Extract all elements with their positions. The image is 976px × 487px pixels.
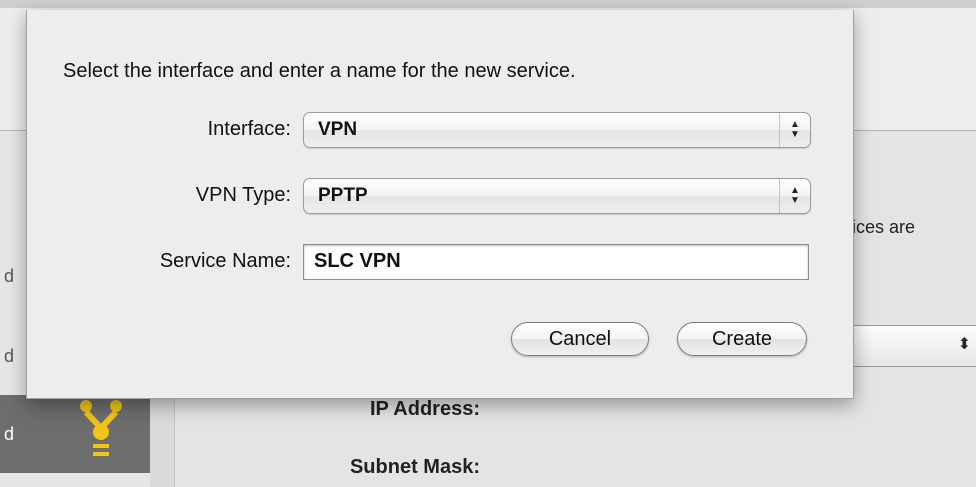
subnet-mask-label: Subnet Mask: — [349, 456, 480, 478]
firewire-icon — [80, 400, 122, 456]
create-button[interactable]: Create — [677, 322, 807, 356]
configure-popup[interactable]: ⬍ — [846, 325, 976, 367]
service-name-field[interactable] — [304, 245, 804, 277]
service-name-label: Service Name: — [159, 250, 291, 272]
interface-label: Interface: — [207, 118, 291, 140]
sidebar-item-label[interactable]: d — [4, 346, 14, 367]
stepper-arrows-icon: ⬍ — [957, 336, 971, 353]
background-status-description: ices are — [852, 217, 916, 237]
interface-popup[interactable]: VPN ▲ ▼ — [303, 112, 811, 148]
vpn-type-label: VPN Type: — [195, 184, 291, 206]
vpn-type-popup[interactable]: PPTP ▲ ▼ — [303, 178, 811, 214]
cancel-button[interactable]: Cancel — [511, 322, 649, 356]
vpn-type-value: PPTP — [318, 185, 368, 206]
sidebar-item-label[interactable]: d — [4, 266, 14, 287]
background-title-edge — [0, 0, 976, 8]
stepper-arrows-icon: ▲ ▼ — [779, 179, 810, 213]
interface-value: VPN — [318, 119, 358, 140]
stepper-arrows-icon: ▲ ▼ — [779, 113, 810, 147]
ip-address-label: IP Address: — [369, 398, 480, 420]
new-service-sheet: Select the interface and enter a name fo… — [26, 10, 854, 399]
sidebar-item-label: d — [4, 424, 15, 444]
sheet-prompt: Select the interface and enter a name fo… — [63, 60, 576, 82]
service-name-field-frame — [303, 244, 809, 280]
sidebar-item-firewire-selected[interactable] — [0, 395, 150, 473]
